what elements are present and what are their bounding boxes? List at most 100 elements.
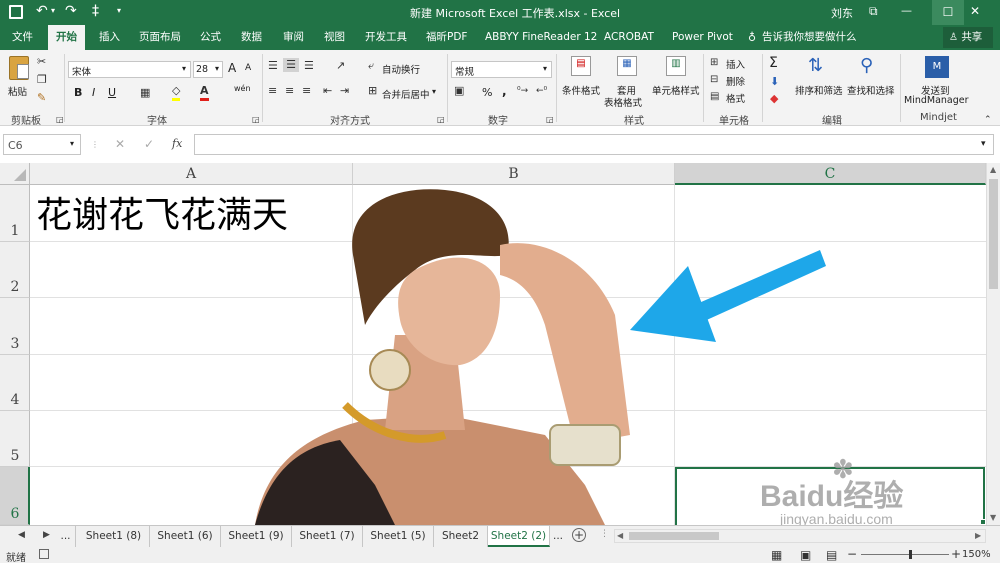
align-top-icon[interactable]: ☰ — [268, 59, 278, 73]
tab-developer[interactable]: 开发工具 — [365, 25, 407, 50]
inserted-picture[interactable] — [245, 185, 645, 525]
tab-page-layout[interactable]: 页面布局 — [139, 25, 181, 50]
normal-view-icon[interactable]: ▦ — [771, 548, 782, 562]
delete-cells-button[interactable]: 删除 — [726, 74, 745, 88]
scroll-left-icon[interactable]: ◀ — [617, 531, 623, 540]
grow-font-button[interactable]: A — [228, 61, 236, 75]
currency-icon[interactable]: ▣ — [454, 84, 464, 98]
wrap-text-button[interactable]: 自动换行 — [382, 62, 420, 76]
sheet-tab-active[interactable]: Sheet2 (2) — [488, 526, 550, 547]
horizontal-scrollbar[interactable]: ◀ ▶ — [614, 529, 986, 543]
sheet-tab[interactable]: Sheet1 (5) — [363, 526, 434, 547]
tab-review[interactable]: 审阅 — [283, 25, 304, 50]
bold-button[interactable]: B — [74, 86, 82, 99]
phonetic-button[interactable]: wén — [234, 84, 251, 93]
comma-button[interactable]: , — [502, 84, 507, 98]
tab-abbyy[interactable]: ABBYY FineReader 12 — [485, 25, 597, 50]
conditional-formatting-button[interactable]: 条件格式 — [562, 83, 600, 97]
sort-filter-icon[interactable]: ⇅ — [808, 55, 823, 77]
font-size-select[interactable]: 28 ▾ — [193, 61, 223, 78]
tab-power-pivot[interactable]: Power Pivot — [672, 25, 733, 50]
font-launcher-icon[interactable]: ◲ — [252, 113, 260, 127]
tab-foxit-pdf[interactable]: 福昕PDF — [426, 25, 467, 50]
user-name[interactable]: 刘东 — [831, 5, 853, 21]
merge-center-button[interactable]: 合并后居中 — [382, 87, 430, 101]
row-header-2[interactable]: 2 — [0, 242, 30, 298]
row-header-1[interactable]: 1 — [0, 185, 30, 242]
find-select-button[interactable]: 查找和选择 — [847, 83, 895, 97]
tab-acrobat[interactable]: ACROBAT — [604, 25, 654, 50]
underline-button[interactable]: U — [108, 86, 116, 99]
find-select-icon[interactable]: ⚲ — [860, 55, 873, 77]
tab-data[interactable]: 数据 — [241, 25, 262, 50]
tab-home[interactable]: 开始 — [48, 25, 85, 50]
align-right-icon[interactable]: ≡ — [302, 84, 311, 98]
name-box[interactable]: C6 ▾ — [3, 134, 81, 155]
sheet-tab[interactable]: Sheet1 (7) — [292, 526, 363, 547]
sheet-tabs-overflow-right[interactable]: ... — [550, 526, 566, 547]
fill-color-icon[interactable]: ◇ — [172, 84, 181, 101]
decrease-decimal-icon[interactable]: ←⁰ — [536, 84, 547, 98]
sheet-tab[interactable]: Sheet1 (8) — [78, 526, 150, 547]
number-launcher-icon[interactable]: ◲ — [546, 113, 554, 127]
previous-sheet-icon[interactable]: ◀ — [18, 530, 25, 540]
close-button[interactable]: ✕ — [970, 4, 980, 18]
cell-styles-icon[interactable]: ▥ — [666, 56, 686, 76]
next-sheet-icon[interactable]: ▶ — [43, 530, 50, 540]
vertical-scrollbar[interactable]: ▲ ▼ — [986, 163, 1000, 525]
zoom-slider-thumb[interactable] — [909, 550, 912, 559]
autosum-button[interactable]: Σ — [769, 55, 778, 71]
tab-insert[interactable]: 插入 — [99, 25, 120, 50]
redo-icon[interactable]: ↷ — [65, 3, 77, 19]
vertical-scroll-thumb[interactable] — [989, 179, 998, 289]
sheet-tab[interactable]: Sheet1 (9) — [221, 526, 292, 547]
collapse-ribbon-icon[interactable]: ⌃ — [984, 113, 992, 127]
align-middle-icon[interactable]: ☰ — [283, 58, 299, 72]
sort-filter-button[interactable]: 排序和筛选 — [795, 83, 843, 97]
format-cells-icon[interactable]: ▤ — [710, 90, 719, 104]
formula-input[interactable]: ▾ — [194, 134, 994, 155]
save-icon[interactable] — [9, 5, 23, 19]
tab-formulas[interactable]: 公式 — [200, 25, 221, 50]
format-as-table-icon[interactable]: ▦ — [617, 56, 637, 76]
font-color-icon[interactable]: A — [200, 84, 209, 101]
paste-button[interactable]: 粘贴 — [5, 56, 33, 98]
italic-button[interactable]: I — [92, 86, 95, 99]
format-painter-icon[interactable]: ✎ — [37, 91, 46, 105]
zoom-in-icon[interactable]: + — [951, 547, 961, 561]
minimize-button[interactable]: — — [901, 4, 912, 17]
undo-icon[interactable]: ↶ — [36, 3, 48, 19]
align-bottom-icon[interactable]: ☰ — [304, 59, 314, 73]
column-header-b[interactable]: B — [353, 163, 675, 185]
format-as-table-button-line2[interactable]: 表格格式 — [604, 95, 642, 109]
tab-file[interactable]: 文件 — [12, 25, 33, 50]
row-header-4[interactable]: 4 — [0, 355, 30, 411]
percent-button[interactable]: % — [482, 86, 492, 99]
insert-cells-icon[interactable]: ⊞ — [710, 56, 718, 70]
delete-cells-icon[interactable]: ⊟ — [710, 73, 718, 87]
copy-icon[interactable]: ❐ — [37, 73, 47, 87]
add-sheet-icon[interactable]: + — [572, 528, 586, 542]
page-break-view-icon[interactable]: ▤ — [826, 548, 837, 562]
cell-styles-button[interactable]: 单元格样式 — [652, 83, 700, 97]
mindmanager-icon[interactable]: M — [925, 56, 949, 78]
sheet-tab[interactable]: Sheet2 — [434, 526, 488, 547]
tab-view[interactable]: 视图 — [324, 25, 345, 50]
share-button[interactable]: ♙ 共享 — [943, 27, 993, 48]
column-header-c[interactable]: C — [675, 163, 986, 185]
borders-icon[interactable]: ▦ — [140, 86, 150, 100]
select-all-button[interactable] — [0, 163, 30, 185]
format-cells-button[interactable]: 格式 — [726, 91, 745, 105]
horizontal-scroll-thumb[interactable] — [629, 532, 719, 540]
wrap-text-icon[interactable]: ⤶ — [368, 59, 374, 73]
column-header-a[interactable]: A — [30, 163, 353, 185]
tell-me-search[interactable]: 告诉我你想要做什么 — [762, 25, 857, 50]
shrink-font-button[interactable]: A — [245, 63, 251, 73]
ribbon-display-icon[interactable]: ⧉ — [869, 4, 878, 19]
undo-dropdown-icon[interactable]: ▾ — [51, 6, 55, 15]
insert-function-icon[interactable]: fx — [172, 137, 182, 150]
font-name-select[interactable]: 宋体 ▾ — [68, 61, 191, 78]
row-header-5[interactable]: 5 — [0, 411, 30, 467]
zoom-level[interactable]: 150% — [962, 549, 991, 560]
cut-icon[interactable]: ✂ — [37, 55, 46, 69]
